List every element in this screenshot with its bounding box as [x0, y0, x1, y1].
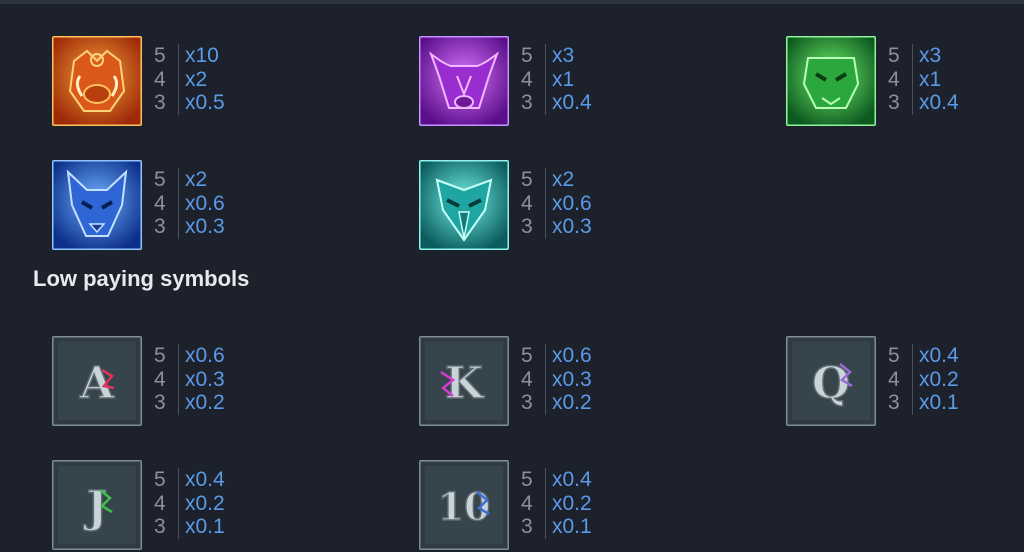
pay-multiplier: x0.4 — [185, 468, 225, 491]
pay-multiplier: x0.6 — [552, 191, 592, 215]
pay-count: 4 — [521, 367, 546, 391]
letter-j-icon: J — [52, 460, 142, 550]
pay-count: 3 — [888, 391, 913, 415]
pay-count: 4 — [888, 367, 913, 391]
top-divider — [0, 0, 1024, 4]
paytable-entry: 5 x3 4 x1 3 x0.4 — [419, 36, 759, 128]
pay-count: 5 — [154, 44, 179, 68]
pay-count: 3 — [521, 391, 546, 415]
pay-count: 3 — [521, 515, 546, 539]
pay-count: 3 — [154, 391, 179, 415]
pay-multiplier: x0.1 — [552, 515, 592, 538]
pay-count: 5 — [154, 344, 179, 368]
pay-count: 3 — [888, 91, 913, 115]
paytable-entry: 5 x2 4 x0.6 3 x0.3 — [52, 160, 392, 252]
pay-count: 4 — [888, 67, 913, 91]
pay-multiplier: x3 — [552, 44, 575, 67]
paytable-entry: Q 5 x0.4 4 x0.2 3 x0.1 — [786, 336, 1024, 428]
pay-count: 5 — [521, 344, 546, 368]
pay-count: 4 — [521, 491, 546, 515]
snake-mask-icon — [786, 36, 876, 126]
symbol-letter: K — [445, 358, 485, 409]
paytable-entry: 5 x10 4 x2 3 x0.5 — [52, 36, 392, 128]
pay-multiplier: x0.6 — [552, 344, 592, 367]
paytable-entry: J 5 x0.4 4 x0.2 3 x0.1 — [52, 460, 392, 552]
pay-count: 5 — [888, 44, 913, 68]
pay-count: 3 — [521, 91, 546, 115]
pay-multiplier: x2 — [552, 168, 575, 191]
pay-count: 5 — [154, 468, 179, 492]
number-10-icon: 10 — [419, 460, 509, 550]
pay-multiplier: x3 — [919, 44, 942, 67]
symbol-letter: 10 — [438, 484, 491, 529]
symbol-letter: Q — [812, 358, 850, 409]
pay-multiplier: x0.2 — [552, 491, 592, 515]
pay-multiplier: x0.4 — [552, 468, 592, 491]
pay-multiplier: x0.3 — [552, 215, 592, 238]
wolf-mask-icon — [52, 160, 142, 250]
pay-count: 4 — [154, 367, 179, 391]
pay-multiplier: x0.2 — [552, 391, 592, 414]
pay-multiplier: x0.1 — [185, 515, 225, 538]
pay-multiplier: x0.2 — [185, 391, 225, 414]
pay-multiplier: x0.3 — [552, 367, 592, 391]
pay-multiplier: x2 — [185, 67, 208, 91]
pay-multiplier: x0.2 — [185, 491, 225, 515]
pay-count: 5 — [888, 344, 913, 368]
pay-count: 5 — [521, 168, 546, 192]
paytable-entry: 5 x3 4 x1 3 x0.4 — [786, 36, 1024, 128]
letter-q-icon: Q — [786, 336, 876, 426]
pay-multiplier: x10 — [185, 44, 219, 67]
pay-multiplier: x0.1 — [919, 391, 959, 414]
eagle-mask-icon — [419, 160, 509, 250]
pay-multiplier: x0.3 — [185, 367, 225, 391]
bull-mask-icon — [419, 36, 509, 126]
pay-count: 3 — [154, 91, 179, 115]
pay-count: 5 — [521, 44, 546, 68]
pay-multiplier: x0.2 — [919, 367, 959, 391]
paytable-entry: 5 x2 4 x0.6 3 x0.3 — [419, 160, 759, 252]
pay-multiplier: x0.4 — [919, 344, 959, 367]
pay-multiplier: x0.3 — [185, 215, 225, 238]
pay-count: 4 — [154, 491, 179, 515]
pay-count: 4 — [521, 67, 546, 91]
pay-count: 4 — [521, 191, 546, 215]
pay-count: 3 — [154, 215, 179, 239]
pay-multiplier: x1 — [919, 67, 942, 91]
letter-a-icon: A — [52, 336, 142, 426]
pay-count: 3 — [521, 215, 546, 239]
symbol-letter: A — [79, 358, 115, 409]
paytable-entry: A 5 x0.6 4 x0.3 3 x0.2 — [52, 336, 392, 428]
pay-multiplier: x1 — [552, 67, 575, 91]
paytable-entry: K 5 x0.6 4 x0.3 3 x0.2 — [419, 336, 759, 428]
pay-multiplier: x0.6 — [185, 344, 225, 367]
letter-k-icon: K — [419, 336, 509, 426]
boar-mask-icon — [52, 36, 142, 126]
pay-count: 5 — [154, 168, 179, 192]
pay-count: 3 — [154, 515, 179, 539]
low-paying-section-title: Low paying symbols — [33, 266, 250, 291]
pay-multiplier: x0.4 — [919, 91, 959, 114]
pay-count: 5 — [521, 468, 546, 492]
pay-multiplier: x0.5 — [185, 91, 225, 114]
pay-multiplier: x0.6 — [185, 191, 225, 215]
pay-count: 4 — [154, 67, 179, 91]
pay-multiplier: x2 — [185, 168, 208, 191]
paytable-entry: 10 5 x0.4 4 x0.2 3 x0.1 — [419, 460, 759, 552]
pay-multiplier: x0.4 — [552, 91, 592, 114]
pay-count: 4 — [154, 191, 179, 215]
